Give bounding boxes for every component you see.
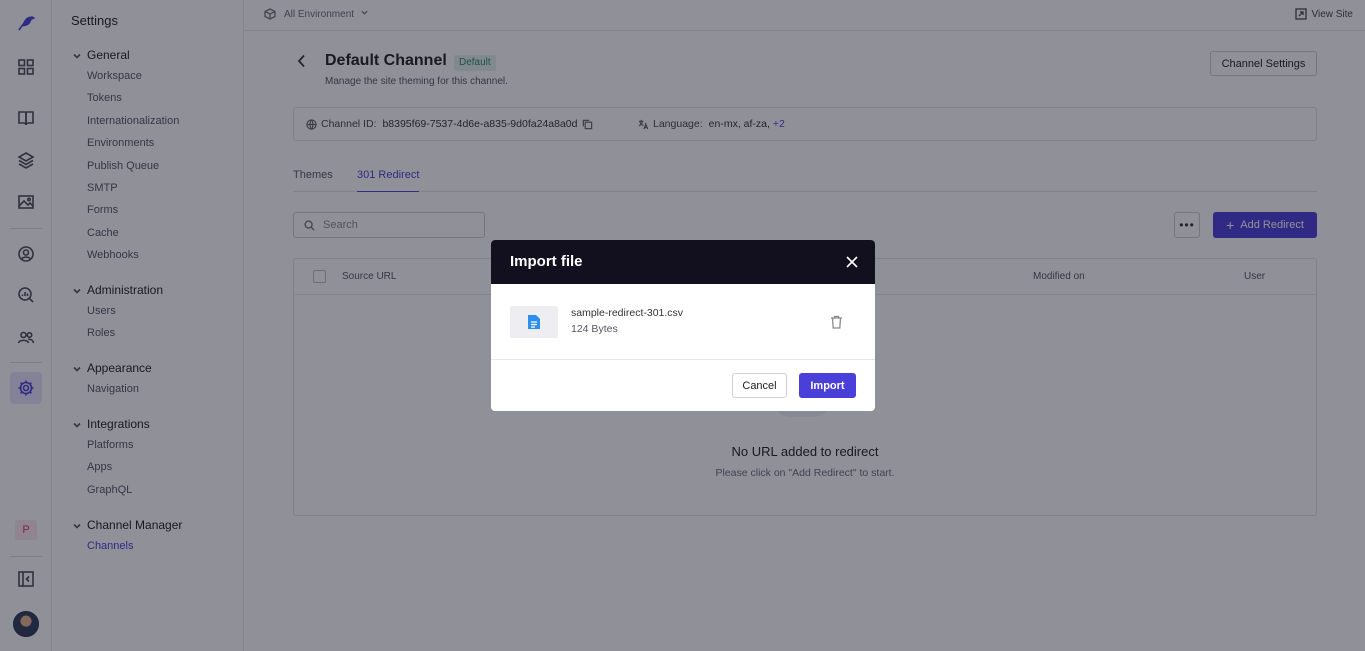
dialog-divider (491, 359, 875, 360)
file-name: sample-redirect-301.csv (571, 307, 684, 319)
cancel-button[interactable]: Cancel (732, 373, 787, 398)
document-icon (528, 315, 540, 329)
trash-icon[interactable] (830, 315, 843, 329)
close-icon[interactable] (844, 254, 860, 270)
dialog-title: Import file (510, 253, 583, 270)
file-item: sample-redirect-301.csv 124 Bytes (510, 306, 856, 338)
import-button[interactable]: Import (799, 373, 856, 398)
file-size: 124 Bytes (571, 323, 618, 335)
file-thumbnail (510, 306, 558, 338)
dialog-header: Import file (491, 240, 875, 284)
import-file-dialog: Import file sample-redirect-301.csv 124 … (491, 240, 875, 411)
